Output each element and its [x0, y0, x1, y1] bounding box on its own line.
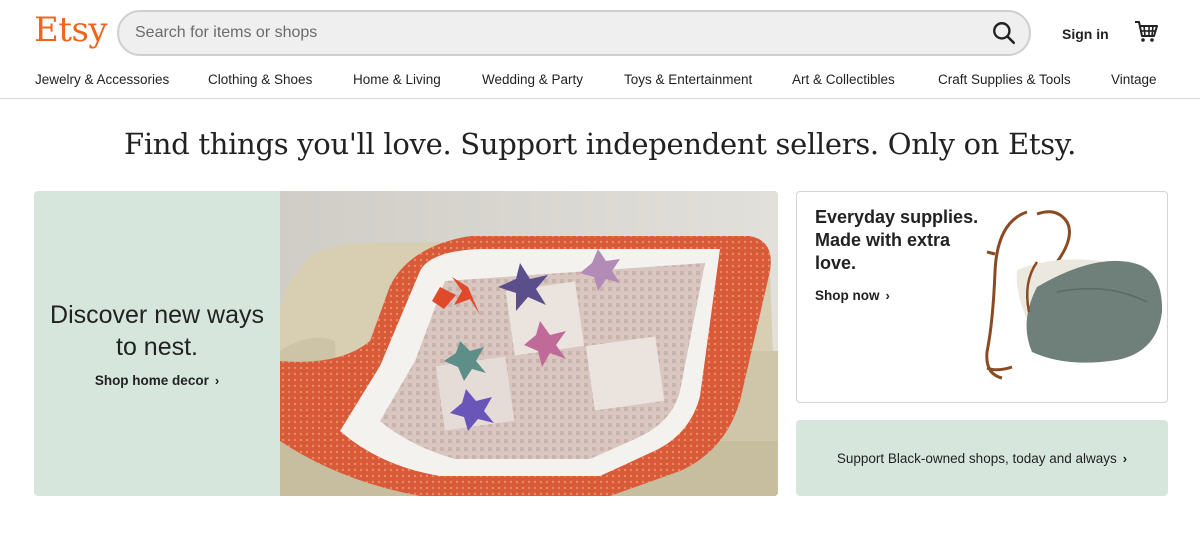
hero-title-line1: Discover new ways — [50, 301, 264, 329]
hero-title: Discover new ways to nest. — [34, 299, 280, 363]
search-icon[interactable] — [991, 20, 1017, 46]
page-tagline: Find things you'll love. Support indepen… — [124, 127, 1076, 161]
nav-item-vintage[interactable]: Vintage — [1111, 72, 1157, 87]
chevron-right-icon: › — [1122, 451, 1128, 466]
black-owned-shops-label: Support Black-owned shops, today and alw… — [836, 451, 1117, 466]
everyday-supplies-card[interactable]: Everyday supplies. Made with extra love.… — [796, 191, 1168, 403]
face-mask-image — [985, 210, 1163, 380]
category-nav: Jewelry & Accessories Clothing & Shoes H… — [0, 64, 1200, 99]
shop-home-decor-link[interactable]: Shop home decor › — [34, 373, 280, 388]
black-owned-shops-link[interactable]: Support Black-owned shops, today and alw… — [796, 451, 1168, 466]
nav-item-toys[interactable]: Toys & Entertainment — [624, 72, 752, 87]
site-header: Etsy Sign in — [0, 0, 1200, 64]
chevron-right-icon: › — [885, 288, 890, 303]
nav-item-wedding[interactable]: Wedding & Party — [482, 72, 583, 87]
etsy-logo[interactable]: Etsy — [34, 10, 108, 50]
sign-in-link[interactable]: Sign in — [1062, 26, 1109, 42]
black-owned-shops-banner[interactable]: Support Black-owned shops, today and alw… — [796, 420, 1168, 496]
hero-banner[interactable]: Discover new ways to nest. Shop home dec… — [34, 191, 778, 496]
shop-now-link[interactable]: Shop now › — [815, 288, 890, 303]
nav-item-art[interactable]: Art & Collectibles — [792, 72, 895, 87]
nav-item-clothing[interactable]: Clothing & Shoes — [208, 72, 312, 87]
chevron-right-icon: › — [214, 373, 220, 388]
nav-item-craft[interactable]: Craft Supplies & Tools — [938, 72, 1071, 87]
hero-text-panel: Discover new ways to nest. Shop home dec… — [34, 191, 280, 496]
quilt-on-sofa-image — [280, 191, 778, 496]
search-input[interactable] — [119, 12, 979, 54]
shop-now-label: Shop now — [815, 288, 880, 303]
nav-item-home[interactable]: Home & Living — [353, 72, 441, 87]
search-bar[interactable] — [117, 10, 1031, 56]
cart-icon[interactable] — [1133, 19, 1159, 45]
nav-item-jewelry[interactable]: Jewelry & Accessories — [35, 72, 169, 87]
shop-home-decor-label: Shop home decor — [94, 373, 209, 388]
hero-title-line2: to nest. — [116, 333, 198, 361]
